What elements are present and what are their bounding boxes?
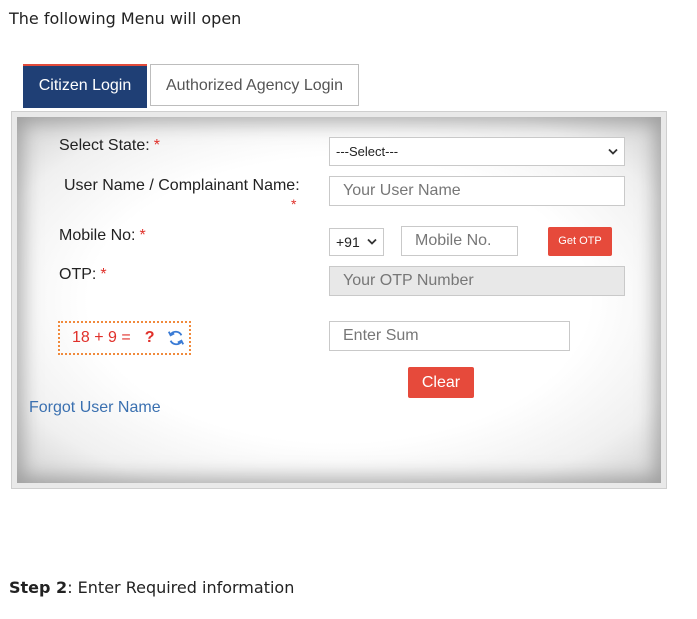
forgot-username-link[interactable]: Forgot User Name — [29, 399, 161, 417]
mobile-input[interactable]: Mobile No. — [401, 226, 518, 256]
state-select-value: ---Select--- — [336, 144, 399, 159]
state-label-text: Select State: — [59, 137, 150, 154]
otp-label: OTP: * — [59, 266, 107, 284]
tab-citizen-login[interactable]: Citizen Login — [23, 64, 147, 108]
captcha-expression: 18 + 9 = — [72, 329, 131, 346]
state-label: Select State: * — [59, 137, 160, 155]
intro-text: The following Menu will open — [9, 9, 242, 28]
get-otp-button[interactable]: Get OTP — [548, 227, 612, 256]
captcha-box: 18 + 9 = ? — [58, 321, 191, 355]
state-select[interactable]: ---Select--- — [329, 137, 625, 166]
username-label: User Name / Complainant Name: — [64, 177, 300, 194]
chevron-down-icon — [608, 148, 618, 155]
captcha-sum-input[interactable]: Enter Sum — [329, 321, 570, 351]
required-mark: * — [291, 196, 297, 212]
required-mark: * — [100, 266, 107, 283]
required-mark: * — [153, 137, 160, 154]
step-text: : Enter Required information — [67, 578, 295, 597]
country-code-select[interactable]: +91 — [329, 228, 384, 256]
tab-authorized-agency-login[interactable]: Authorized Agency Login — [150, 64, 359, 106]
refresh-icon[interactable] — [167, 329, 185, 347]
otp-input[interactable]: Your OTP Number — [329, 266, 625, 296]
clear-button[interactable]: Clear — [408, 367, 474, 398]
mobile-label: Mobile No: * — [59, 227, 146, 245]
login-form-frame — [11, 111, 667, 489]
captcha-unknown: ? — [144, 329, 155, 346]
username-input[interactable]: Your User Name — [329, 176, 625, 206]
login-form-panel — [17, 117, 661, 483]
chevron-down-icon — [367, 238, 377, 245]
country-code-value: +91 — [336, 234, 360, 250]
step-number: Step 2 — [9, 578, 68, 597]
otp-label-text: OTP: — [59, 266, 97, 283]
required-mark: * — [139, 227, 146, 244]
mobile-label-text: Mobile No: — [59, 227, 136, 244]
step-instruction: Step 2: Enter Required information — [9, 578, 294, 597]
